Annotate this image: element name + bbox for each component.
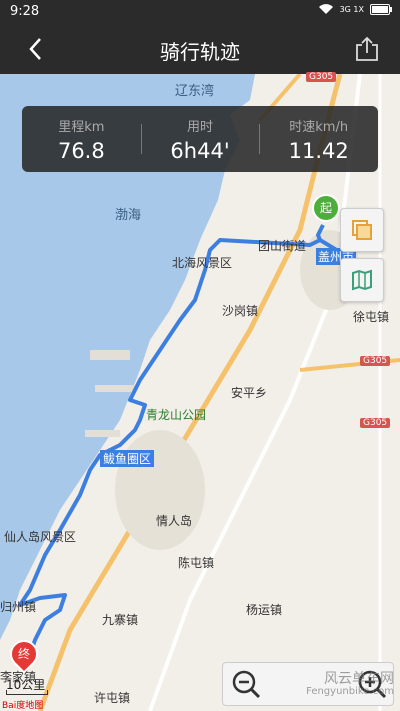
map-label-guizhou: 归州镇: [0, 600, 37, 614]
stat-label: 用时: [187, 120, 214, 135]
battery-icon: [370, 3, 392, 15]
stat-label: 里程km: [58, 120, 105, 135]
map-icon: [352, 269, 372, 291]
stat-value: 6h44': [170, 139, 230, 163]
stat-duration: 用时 6h44': [140, 106, 260, 172]
end-marker-label: 终: [17, 647, 30, 661]
map-label-shagang: 沙岗镇: [222, 304, 259, 318]
page-title: 骑行轨迹: [160, 40, 240, 64]
stat-label: 时速km/h: [289, 120, 349, 135]
map-label-xutun: 徐屯镇: [353, 310, 390, 324]
map-label-anping: 安平乡: [231, 386, 268, 400]
map-label-yangyun: 杨运镇: [246, 603, 283, 617]
share-icon[interactable]: [354, 36, 380, 62]
baidu-logo: Bai度地图: [2, 701, 44, 711]
map-label-bohai: 渤海: [115, 208, 142, 223]
status-time: 9:28: [10, 4, 40, 19]
map-label-xianrendao: 仙人岛风景区: [4, 530, 77, 544]
stat-distance: 里程km 76.8: [22, 106, 141, 172]
map-label-liaodong: 辽东湾: [175, 84, 215, 99]
map-label-chentun: 陈屯镇: [178, 556, 215, 570]
map-label-beihai: 北海风景区: [172, 256, 233, 270]
layers-icon: [352, 220, 372, 240]
map-label-xuguang: 许屯镇: [94, 691, 131, 705]
road-shield-g305: G305: [360, 356, 391, 366]
watermark-url: Fengyunbike.com: [306, 686, 394, 697]
stat-value: 11.42: [288, 139, 349, 163]
start-marker-label: 起: [319, 201, 332, 215]
map-label-tuanshan: 团山街道: [258, 239, 307, 253]
map-mode-button[interactable]: [340, 258, 384, 302]
stat-value: 76.8: [57, 139, 105, 163]
watermark-text: 风云单车网: [324, 671, 394, 687]
signal-text: 3G 1X: [339, 4, 364, 14]
map-label-bayuquan: 鲅鱼圈区: [100, 450, 155, 467]
zoom-out-icon[interactable]: [229, 667, 263, 701]
status-bar: 9:28 3G 1X: [0, 0, 400, 24]
map-label-qinglongshan: 青龙山公园: [146, 408, 207, 422]
map-label-jiuzhai: 九寨镇: [102, 613, 139, 627]
status-icons: 3G 1X: [318, 3, 392, 15]
stat-speed: 时速km/h 11.42: [259, 106, 378, 172]
map-label-qingrendao: 情人岛: [156, 514, 193, 528]
nav-bar: 骑行轨迹: [0, 24, 400, 74]
ride-stats-panel: 里程km 76.8 用时 6h44' 时速km/h 11.42: [22, 106, 378, 172]
road-shield-g305: G305: [306, 72, 337, 82]
scale-bar: [6, 690, 48, 695]
start-marker: 起: [312, 194, 340, 222]
road-shield-g305: G305: [360, 418, 391, 428]
map-scale: 10公里: [6, 676, 48, 695]
wifi-icon: [318, 4, 333, 14]
layers-button[interactable]: [340, 208, 384, 252]
